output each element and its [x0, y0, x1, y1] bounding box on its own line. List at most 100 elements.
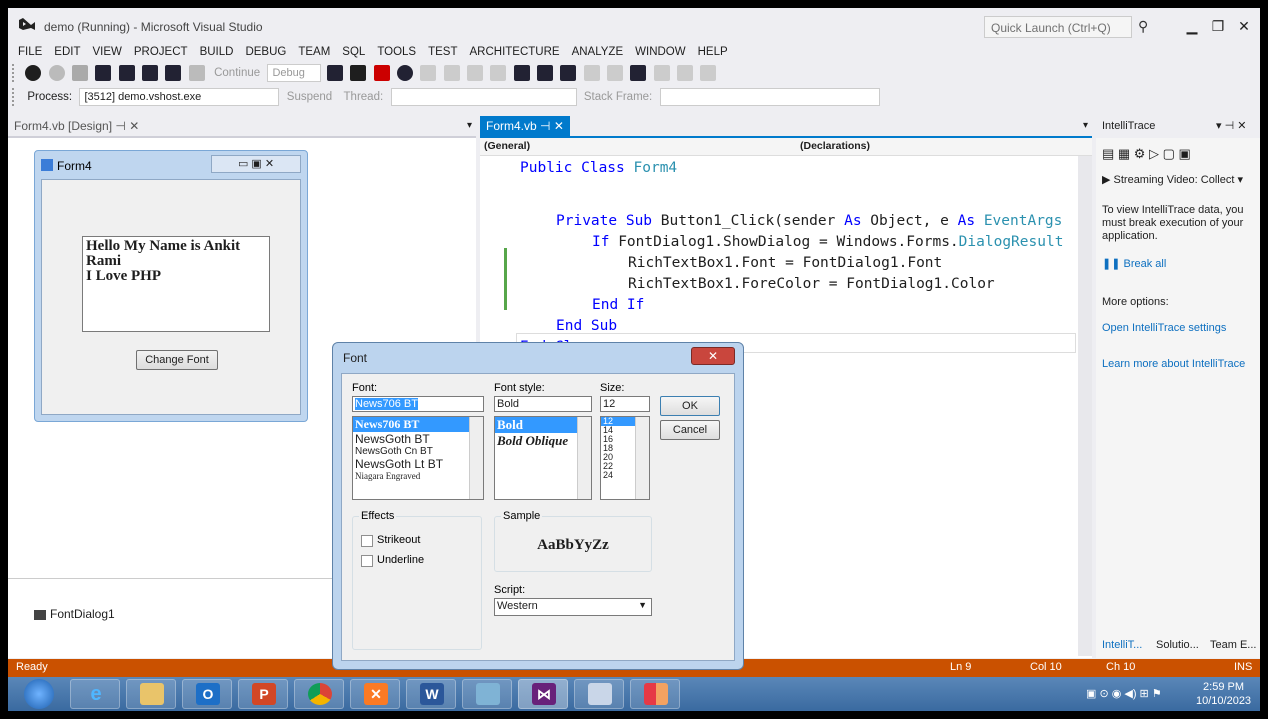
- taskbar-visual-studio[interactable]: ⋈: [518, 679, 568, 709]
- fontdialog1-component[interactable]: FontDialog1: [34, 607, 115, 621]
- font-list-item[interactable]: NewsGoth Cn BT: [353, 446, 483, 457]
- continue-button[interactable]: Continue: [214, 67, 260, 79]
- strikeout-checkbox[interactable]: [361, 535, 373, 547]
- undo-icon[interactable]: [165, 65, 182, 81]
- cancel-button[interactable]: Cancel: [660, 420, 720, 440]
- bookmark-icon[interactable]: [630, 65, 647, 81]
- window-options-icon[interactable]: ▾ ⊣ ✕: [1216, 119, 1246, 132]
- prev-bookmark-icon[interactable]: [653, 65, 670, 81]
- menu-tools[interactable]: TOOLS: [371, 44, 422, 60]
- clear-bookmarks-icon[interactable]: [700, 65, 717, 81]
- configuration-select[interactable]: Debug: [267, 64, 322, 82]
- step-over-icon[interactable]: [466, 65, 483, 81]
- size-list[interactable]: 12 14 16 18 20 22 24: [600, 416, 650, 500]
- font-style-input[interactable]: Bold: [494, 396, 592, 412]
- form4-window[interactable]: Form4 ▭ ▣ ✕ Hello My Name is Ankit Rami …: [34, 150, 308, 422]
- style-list-scrollbar[interactable]: [577, 417, 591, 499]
- close-tab-icon[interactable]: ✕: [129, 119, 139, 133]
- taskbar-notepad[interactable]: [462, 679, 512, 709]
- new-project-icon[interactable]: [72, 65, 89, 81]
- panel-tab[interactable]: IntelliT...: [1102, 639, 1142, 651]
- vertical-scrollbar[interactable]: [1078, 156, 1092, 656]
- uncomment-icon[interactable]: [606, 65, 623, 81]
- menu-team[interactable]: TEAM: [292, 44, 336, 60]
- close-button[interactable]: ✕: [1234, 18, 1254, 35]
- streaming-video-link[interactable]: ▶ Streaming Video: Collect ▾: [1102, 174, 1254, 187]
- taskbar-ie[interactable]: e: [70, 679, 120, 709]
- menu-view[interactable]: VIEW: [87, 44, 128, 60]
- change-font-button[interactable]: Change Font: [136, 350, 218, 370]
- richtextbox1[interactable]: Hello My Name is Ankit Rami I Love PHP: [82, 236, 270, 332]
- taskbar-word[interactable]: W: [406, 679, 456, 709]
- menu-help[interactable]: HELP: [692, 44, 734, 60]
- open-file-icon[interactable]: [95, 65, 112, 81]
- attach-icon[interactable]: [326, 65, 343, 81]
- pause-icon[interactable]: [350, 65, 367, 81]
- save-icon[interactable]: [118, 65, 135, 81]
- font-list-scrollbar[interactable]: [469, 417, 483, 499]
- taskbar-app[interactable]: [630, 679, 680, 709]
- redo-icon[interactable]: [188, 65, 205, 81]
- stop-icon[interactable]: [373, 65, 390, 81]
- next-bookmark-icon[interactable]: [676, 65, 693, 81]
- dropdown-icon[interactable]: ▾: [1083, 120, 1088, 131]
- font-list-item[interactable]: Niagara Engraved: [353, 471, 483, 481]
- member-dropdown[interactable]: (Declarations): [800, 140, 870, 152]
- taskbar-outlook[interactable]: O: [182, 679, 232, 709]
- format-icon[interactable]: [536, 65, 553, 81]
- restart-icon[interactable]: [396, 65, 413, 81]
- stack-frame-select[interactable]: [659, 88, 880, 106]
- process-select[interactable]: [3512] demo.vshost.exe: [79, 88, 280, 106]
- navigate-back-icon[interactable]: [25, 65, 42, 81]
- menu-file[interactable]: FILE: [8, 44, 48, 60]
- minimize-button[interactable]: ▁: [1182, 18, 1202, 35]
- suspend-button[interactable]: Suspend: [287, 91, 332, 103]
- menu-window[interactable]: WINDOW: [629, 44, 691, 60]
- menu-debug[interactable]: DEBUG: [239, 44, 292, 60]
- hex-display-icon[interactable]: [513, 65, 530, 81]
- font-list-item[interactable]: NewsGoth Lt BT: [353, 457, 483, 471]
- tab-form4-code[interactable]: Form4.vb ⊣ ✕: [480, 116, 570, 136]
- search-icon[interactable]: ⚲: [1138, 18, 1148, 35]
- start-button[interactable]: [24, 679, 54, 709]
- menu-project[interactable]: PROJECT: [128, 44, 194, 60]
- menu-edit[interactable]: EDIT: [48, 44, 86, 60]
- restore-button[interactable]: ❐: [1208, 18, 1228, 35]
- open-settings-link[interactable]: Open IntelliTrace settings: [1102, 322, 1254, 335]
- menu-sql[interactable]: SQL: [336, 44, 371, 60]
- indent-icon[interactable]: [560, 65, 577, 81]
- size-list-scrollbar[interactable]: [635, 417, 649, 499]
- show-next-statement-icon[interactable]: [420, 65, 437, 81]
- underline-checkbox[interactable]: [361, 555, 373, 567]
- panel-tab[interactable]: Solutio...: [1156, 639, 1199, 651]
- font-size-input[interactable]: 12: [600, 396, 650, 412]
- step-into-icon[interactable]: [443, 65, 460, 81]
- dialog-close-button[interactable]: ✕: [691, 347, 735, 365]
- taskbar-powerpoint[interactable]: P: [238, 679, 288, 709]
- learn-more-link[interactable]: Learn more about IntelliTrace: [1102, 358, 1254, 371]
- break-all-link[interactable]: ❚❚ Break all: [1102, 258, 1254, 271]
- clock[interactable]: 2:59 PM 10/10/2023: [1196, 680, 1251, 708]
- menu-architecture[interactable]: ARCHITECTURE: [463, 44, 565, 60]
- pin-icon[interactable]: ⊣: [115, 119, 125, 133]
- menu-analyze[interactable]: ANALYZE: [566, 44, 630, 60]
- save-all-icon[interactable]: [142, 65, 159, 81]
- taskbar-xampp[interactable]: ✕: [350, 679, 400, 709]
- font-list[interactable]: News706 BT NewsGoth BT NewsGoth Cn BT NewsG…: [352, 416, 484, 500]
- menu-test[interactable]: TEST: [422, 44, 463, 60]
- quick-launch-input[interactable]: Quick Launch (Ctrl+Q): [984, 16, 1132, 38]
- script-select[interactable]: Western ▼: [494, 598, 652, 616]
- thread-select[interactable]: [390, 88, 577, 106]
- taskbar-explorer[interactable]: [126, 679, 176, 709]
- comment-icon[interactable]: [583, 65, 600, 81]
- navigate-forward-icon[interactable]: [48, 65, 65, 81]
- dropdown-icon[interactable]: ▾: [467, 120, 472, 131]
- font-name-input[interactable]: News706 BT: [352, 396, 484, 412]
- menu-build[interactable]: BUILD: [194, 44, 240, 60]
- step-out-icon[interactable]: [490, 65, 507, 81]
- font-list-item[interactable]: News706 BT: [353, 417, 483, 432]
- tray-icons[interactable]: ▣ ⊙ ◉ ◀) ⊞ ⚑: [1086, 687, 1162, 700]
- ok-button[interactable]: OK: [660, 396, 720, 416]
- close-tab-icon[interactable]: ✕: [554, 119, 564, 133]
- style-list[interactable]: Bold Bold Oblique: [494, 416, 592, 500]
